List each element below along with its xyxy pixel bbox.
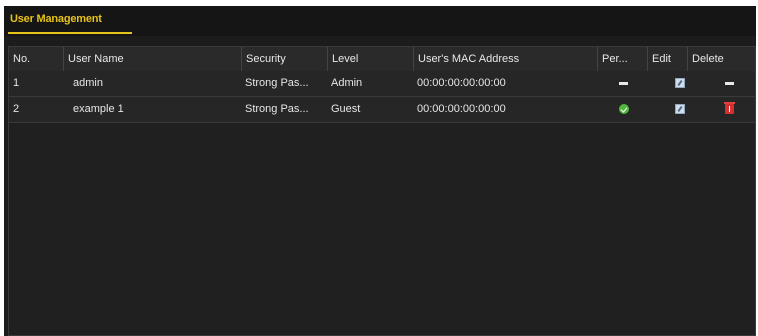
user-management-panel: User Management No. User Name Security L… — [4, 6, 756, 336]
cell-no: 1 — [13, 77, 20, 89]
cell-delete — [687, 97, 755, 122]
table-header: No. User Name Security Level User's MAC … — [9, 47, 755, 71]
cell-edit — [647, 71, 687, 96]
header-security[interactable]: Security — [241, 47, 327, 71]
cell-security: Strong Pas... — [245, 77, 309, 89]
dash-icon — [725, 82, 734, 85]
header-mac-address[interactable]: User's MAC Address — [413, 47, 597, 71]
cell-user-name: example 1 — [73, 103, 124, 115]
cell-mac-address: 00:00:00:00:00:00 — [417, 77, 506, 89]
cell-level: Admin — [331, 77, 363, 89]
user-table: No. User Name Security Level User's MAC … — [8, 46, 756, 336]
header-edit[interactable]: Edit — [647, 47, 687, 71]
table-row[interactable]: 1 admin Strong Pas... Admin 00:00:00:00:… — [9, 71, 755, 97]
header-user-name[interactable]: User Name — [63, 47, 241, 71]
header-level[interactable]: Level — [327, 47, 413, 71]
header-delete[interactable]: Delete — [687, 47, 755, 71]
dash-icon — [619, 82, 628, 85]
cell-permission — [597, 71, 647, 96]
tab-user-management[interactable]: User Management — [10, 13, 102, 33]
header-permission[interactable]: Per... — [597, 47, 647, 71]
cell-level: Guest — [331, 103, 361, 115]
cell-edit — [647, 97, 687, 122]
cell-delete — [687, 71, 755, 96]
header-no[interactable]: No. — [9, 47, 63, 71]
check-icon[interactable] — [619, 104, 629, 114]
active-tab-indicator — [8, 32, 132, 34]
edit-icon[interactable] — [675, 78, 685, 88]
cell-user-name: admin — [73, 77, 103, 89]
cell-no: 2 — [13, 103, 20, 115]
table-row[interactable]: 2 example 1 Strong Pas... Guest 00:00:00… — [9, 97, 755, 123]
tab-bar: User Management — [4, 6, 756, 36]
cell-security: Strong Pas... — [245, 103, 309, 115]
edit-icon[interactable] — [675, 104, 685, 114]
cell-mac-address: 00:00:00:00:00:00 — [417, 103, 506, 115]
window: User Management No. User Name Security L… — [0, 0, 758, 336]
cell-permission — [597, 97, 647, 122]
delete-icon[interactable] — [724, 102, 735, 114]
